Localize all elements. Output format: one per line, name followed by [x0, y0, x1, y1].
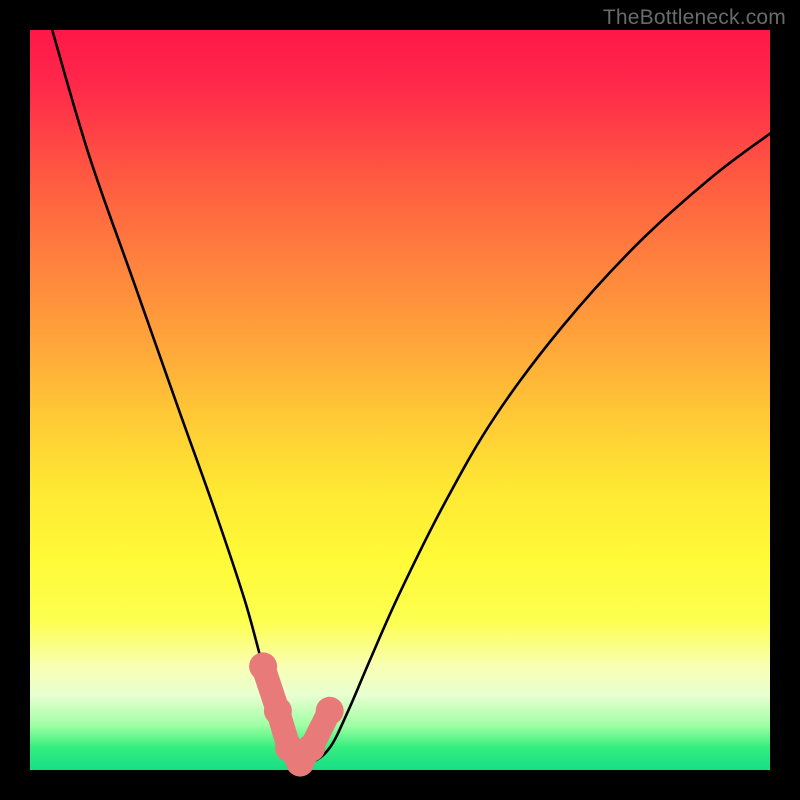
optimal-zone-dot — [249, 652, 277, 680]
optimal-zone-dot — [264, 697, 292, 725]
chart-curve-group — [52, 30, 770, 777]
optimal-zone-dot — [297, 734, 325, 762]
watermark-text: TheBottleneck.com — [603, 6, 786, 30]
bottleneck-curve — [52, 30, 770, 765]
optimal-zone-dot — [316, 697, 344, 725]
optimal-zone-dots — [249, 652, 344, 776]
chart-svg — [0, 0, 800, 800]
